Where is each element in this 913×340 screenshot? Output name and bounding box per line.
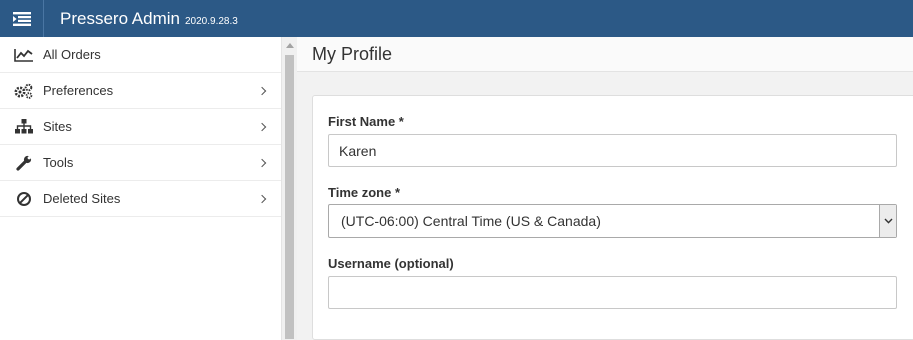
menu-toggle-button[interactable] [0,0,44,37]
first-name-field[interactable] [328,134,897,167]
sidebar-item-deleted-sites[interactable]: Deleted Sites [0,181,281,217]
timezone-selected-value: (UTC-06:00) Central Time (US & Canada) [341,213,601,229]
ban-icon [14,191,34,207]
select-dropdown-button[interactable] [879,205,896,237]
menu-toggle-icon [12,11,31,26]
username-label: Username (optional) [328,256,454,271]
brand[interactable]: Pressero Admin 2020.9.28.3 [60,9,238,29]
sidebar-item-label: Deleted Sites [43,191,121,206]
timezone-label: Time zone * [328,185,401,200]
app-title: Pressero Admin [60,8,180,28]
chevron-down-icon [883,218,893,224]
page-header: My Profile [297,37,913,72]
sidebar-item-label: Sites [43,119,72,134]
sidebar-item-label: Tools [43,155,74,170]
username-field[interactable] [328,276,897,309]
app-version: 2020.9.28.3 [185,15,238,27]
scrollbar-thumb[interactable] [285,55,294,339]
sidebar-item-all-orders[interactable]: All Orders [0,37,281,73]
sidebar-item-label: Preferences [43,83,114,98]
sidebar-item-sites[interactable]: Sites [0,109,281,145]
first-name-label: First Name * [328,114,404,129]
page-title: My Profile [312,43,393,64]
scroll-up-arrow-icon[interactable] [286,43,294,48]
profile-form-card: First Name * Time zone * (UTC-06:00) Cen… [312,95,913,340]
sidebar-item-label: All Orders [43,47,101,62]
sidebar-item-preferences[interactable]: Preferences [0,73,281,109]
wrench-icon [14,155,34,171]
top-bar: Pressero Admin 2020.9.28.3 [0,0,913,37]
sidebar-item-tools[interactable]: Tools [0,145,281,181]
timezone-select[interactable]: (UTC-06:00) Central Time (US & Canada) [328,204,897,238]
main-content: My Profile First Name * Time zone * (UTC… [297,37,913,340]
sidebar: All Orders Preferences Sites Tools Delet… [0,37,281,340]
line-chart-icon [14,47,34,63]
sidebar-scrollbar[interactable] [281,37,297,340]
sitemap-icon [14,119,34,135]
gears-icon [14,83,34,99]
